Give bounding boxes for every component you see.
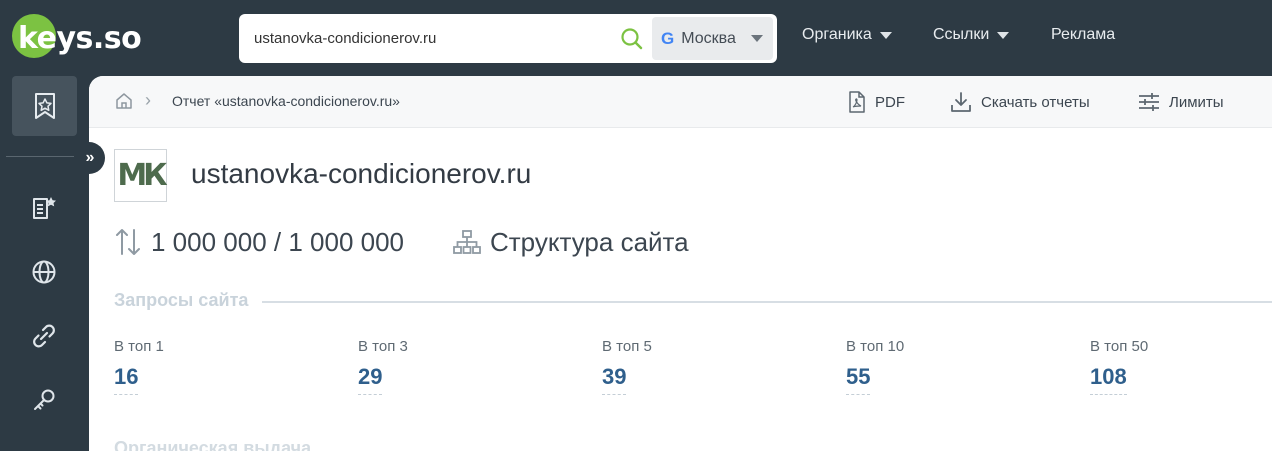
top-bar: keys.so G Москва Органика Ссылки Реклама [0, 0, 1272, 76]
nav-links[interactable]: Ссылки [933, 26, 1010, 44]
sidebar-divider [6, 156, 74, 157]
metric-top50: В топ 50 108 [1090, 338, 1148, 395]
metric-label: В топ 3 [358, 338, 408, 355]
region-select[interactable]: G Москва [652, 17, 773, 60]
download-icon [951, 92, 971, 112]
section-heading-queries: Запросы сайта [114, 290, 249, 310]
breadcrumb-separator: › [145, 90, 151, 110]
section-divider [262, 301, 1272, 303]
nav-organic-label: Органика [802, 26, 872, 43]
logo[interactable]: keys.so [12, 12, 142, 64]
limits-indicator: 1 000 000 / 1 000 000 [114, 224, 404, 260]
metric-value[interactable]: 55 [846, 364, 871, 395]
pdf-button[interactable]: PDF [848, 91, 905, 113]
google-icon: G [661, 28, 675, 48]
sidebar-item-links[interactable] [28, 320, 60, 352]
metric-label: В топ 50 [1090, 338, 1149, 355]
pdf-button-label: PDF [875, 93, 905, 111]
search-icon[interactable] [619, 26, 645, 52]
sliders-icon [1139, 93, 1159, 111]
sidebar [0, 76, 89, 451]
metric-value[interactable]: 29 [358, 364, 383, 395]
site-domain-title: ustanovka-condicionerov.ru [191, 158, 532, 189]
search-input[interactable] [239, 14, 609, 63]
limits-button[interactable]: Лимиты [1138, 91, 1224, 113]
site-structure-link[interactable]: Структура сайта [453, 224, 689, 260]
metric-value[interactable]: 108 [1090, 364, 1127, 395]
sidebar-item-world[interactable] [28, 256, 60, 288]
download-reports-label: Скачать отчеты [981, 93, 1090, 111]
bookmark-star-icon [34, 93, 55, 119]
logo-text: keys.so [18, 20, 142, 56]
home-icon[interactable] [114, 91, 134, 111]
breadcrumb: › Отчет «ustanovka-condicionerov.ru» PDF… [89, 76, 1272, 128]
pdf-file-icon [849, 91, 865, 113]
caret-down-icon [751, 35, 763, 42]
sidebar-item-reports[interactable] [28, 192, 60, 224]
site-structure-label: Структура сайта [490, 226, 689, 257]
metric-top1: В топ 1 16 [114, 338, 164, 395]
key-icon [34, 389, 55, 410]
nav-ads[interactable]: Реклама [1051, 26, 1115, 44]
metric-label: В топ 1 [114, 338, 164, 355]
search-box: G Москва [239, 14, 777, 63]
breadcrumb-current: Отчет «ustanovka-condicionerov.ru» [172, 93, 400, 109]
double-chevron-right-icon: » [85, 149, 95, 166]
metric-top3: В топ 3 29 [358, 338, 408, 395]
nav-links-label: Ссылки [933, 26, 990, 43]
globe-icon [32, 260, 56, 284]
sitemap-icon [453, 230, 481, 254]
metric-label: В топ 5 [602, 338, 652, 355]
nav-ads-label: Реклама [1051, 26, 1116, 43]
nav-organic[interactable]: Органика [802, 26, 892, 44]
section-heading-organic: Органическая выдача [114, 438, 312, 451]
sidebar-item-keys[interactable] [28, 384, 60, 416]
download-reports-button[interactable]: Скачать отчеты [950, 91, 1090, 113]
sort-arrows-icon [116, 229, 140, 255]
region-label: Москва [681, 29, 736, 47]
list-star-icon [33, 197, 56, 219]
caret-down-icon [879, 31, 892, 39]
main-panel: › Отчет «ustanovka-condicionerov.ru» PDF… [89, 76, 1272, 451]
metric-top5: В топ 5 39 [602, 338, 652, 395]
limits-label: Лимиты [1169, 93, 1224, 111]
metric-top10: В топ 10 55 [846, 338, 904, 395]
metric-label: В топ 10 [846, 338, 905, 355]
limits-value: 1 000 000 / 1 000 000 [151, 226, 405, 257]
link-icon [33, 324, 55, 348]
metric-value[interactable]: 39 [602, 364, 627, 395]
sidebar-item-favorites[interactable] [12, 76, 77, 136]
metric-value[interactable]: 16 [114, 364, 139, 395]
caret-down-icon [997, 31, 1010, 39]
site-favicon: МК [114, 149, 168, 202]
